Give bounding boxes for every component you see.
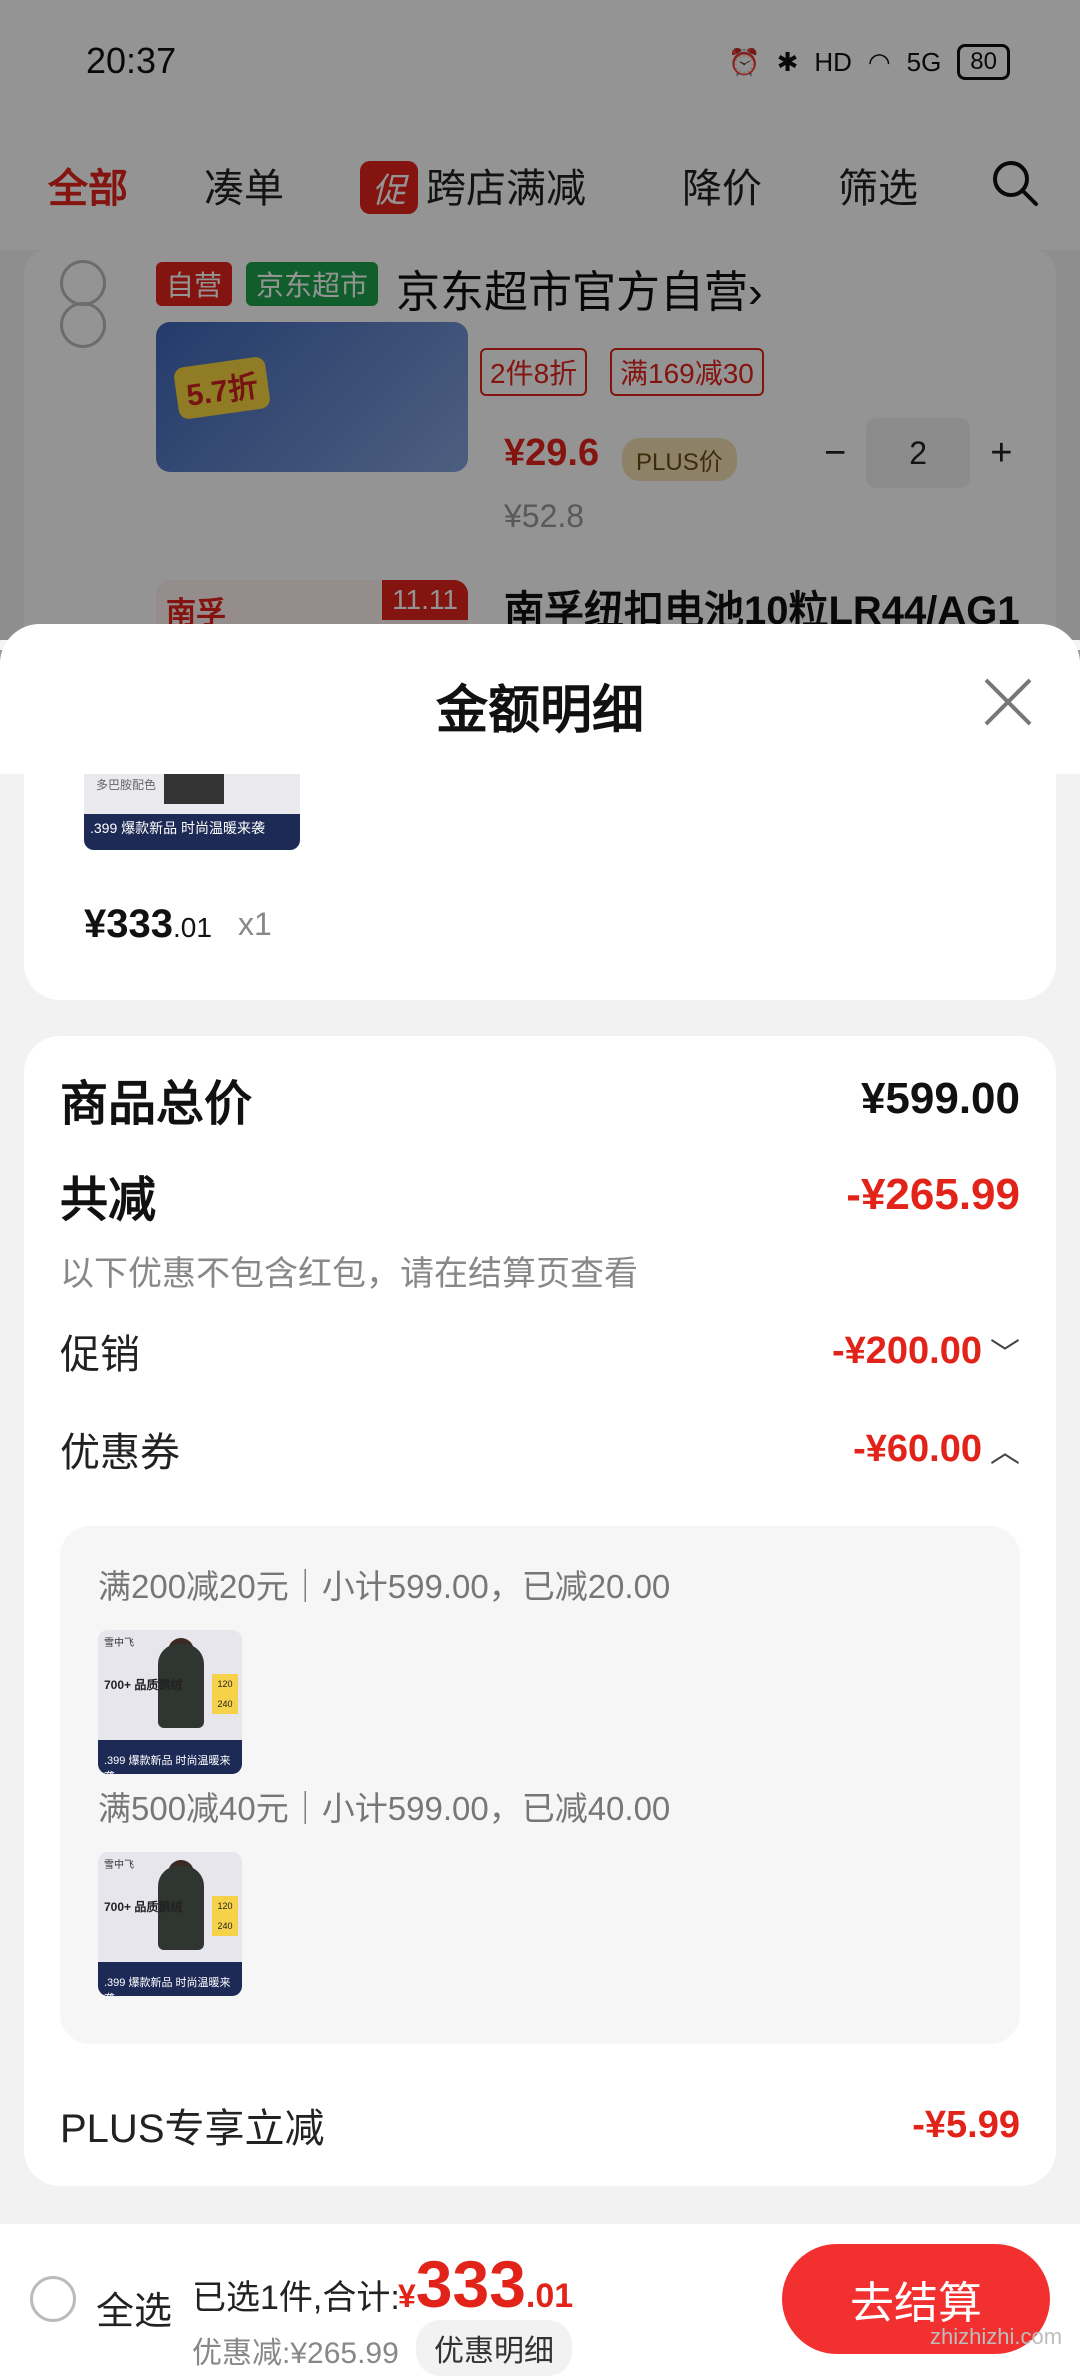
- thumb-tag-bottom: 240: [217, 1699, 233, 1709]
- coupon-value-wrap: -¥60.00 ︿: [853, 1427, 1020, 1471]
- discount-note: 以下优惠不包含红包，请在结算页查看: [60, 1255, 638, 1293]
- plus-discount-label: PLUS专享立减: [60, 2107, 325, 2151]
- thumb-brand: 雪中飞: [104, 1860, 134, 1871]
- close-icon[interactable]: [982, 676, 1034, 728]
- item-price-decimal: .01: [172, 912, 212, 943]
- coupon-label: 优惠券: [60, 1431, 180, 1475]
- total-yen: ¥: [398, 2278, 416, 2314]
- thumbnail-price: .399: [90, 820, 118, 836]
- sheet-header: 金额明细: [0, 624, 1080, 774]
- thumb-headline: 700+ 品质鹅绒: [104, 1900, 183, 1914]
- thumbnail-label: 多巴胺配色: [96, 778, 157, 792]
- plus-discount-row: PLUS专享立减 -¥5.99: [60, 2096, 1020, 2154]
- thumb-tag-bottom: 240: [217, 1921, 233, 1931]
- product-thumbnail: 多巴胺配色 .399 爆款新品 时尚温暖来袭: [84, 774, 300, 850]
- reduction-label: 共减: [60, 1174, 157, 1227]
- thumb-price-tag: 120 240: [212, 1674, 238, 1714]
- thumbnail-band: .399 爆款新品 时尚温暖来袭: [84, 814, 300, 850]
- thumb-price-tag: 120 240: [212, 1896, 238, 1936]
- amount-detail-sheet: 金额明细 多巴胺配色 .399 爆款新品 时尚温暖来袭 ¥333.01 x1 商…: [0, 624, 1080, 2224]
- chevron-up-icon: ︿: [990, 1436, 1020, 1469]
- coupon-detail-box: 满200减20元｜小计599.00，已减20.00 雪中飞 700+ 品质鹅绒 …: [60, 1526, 1020, 2044]
- coupon-product-thumbnail: 雪中飞 700+ 品质鹅绒 120 240 .399 爆款新品 时尚温暖来袭: [98, 1852, 242, 1996]
- total-row: 商品总价 ¥599.00: [60, 1064, 1020, 1134]
- thumb-price: .399: [104, 1755, 126, 1767]
- total-label: 商品总价: [60, 1078, 253, 1131]
- select-all-radio[interactable]: [30, 2276, 76, 2322]
- promotion-row[interactable]: 促销 -¥200.00 ﹀: [60, 1322, 1020, 1380]
- thumb-band: .399 爆款新品 时尚温暖来袭: [98, 1962, 242, 1996]
- watermark: zhizhizhi.com: [930, 2324, 1063, 2349]
- item-quantity: x1: [238, 906, 272, 942]
- coupon-value: -¥60.00: [853, 1427, 982, 1470]
- thumbnail-band-text: 爆款新品 时尚温暖来袭: [121, 820, 266, 836]
- item-price: ¥333.01: [84, 902, 212, 947]
- select-all-label[interactable]: 全选: [96, 2280, 172, 2335]
- checkout-bar: 全选 已选1件,合计: ¥333.01 优惠减:¥265.99 优惠明细 去结算…: [0, 2224, 1080, 2376]
- selected-count: 已选1件,合计:: [192, 2279, 400, 2317]
- reduction-value: -¥265.99: [846, 1170, 1020, 1219]
- total-int: 333: [415, 2247, 526, 2321]
- overlay-scrim[interactable]: [0, 0, 1080, 640]
- item-price-main: ¥333: [84, 902, 173, 946]
- coupon-line: 满200减20元｜小计599.00，已减20.00: [98, 1568, 671, 1605]
- reduction-row: 共减 -¥265.99: [60, 1160, 1020, 1230]
- item-card: 多巴胺配色 .399 爆款新品 时尚温暖来袭 ¥333.01 x1: [24, 774, 1056, 1000]
- thumb-tag-top: 120: [217, 1679, 233, 1689]
- discount-detail-button[interactable]: 优惠明细: [416, 2320, 572, 2376]
- promotion-value: -¥200.00: [831, 1329, 982, 1372]
- promotion-label: 促销: [60, 1333, 140, 1377]
- total-value: ¥599.00: [860, 1074, 1020, 1123]
- chevron-down-icon: ﹀: [990, 1338, 1020, 1371]
- coupon-row[interactable]: 优惠券 -¥60.00 ︿: [60, 1420, 1020, 1478]
- coupon-line: 满500减40元｜小计599.00，已减40.00: [98, 1790, 671, 1827]
- thumb-headline: 700+ 品质鹅绒: [104, 1678, 183, 1692]
- plus-discount-value: -¥5.99: [912, 2103, 1020, 2146]
- thumb-tag-top: 120: [217, 1901, 233, 1911]
- coupon-product-thumbnail: 雪中飞 700+ 品质鹅绒 120 240 .399 爆款新品 时尚温暖来袭: [98, 1630, 242, 1774]
- thumb-price: .399: [104, 1977, 126, 1989]
- thumb-brand: 雪中飞: [104, 1638, 134, 1649]
- price-summary-card: 商品总价 ¥599.00 共减 -¥265.99 以下优惠不包含红包，请在结算页…: [24, 1036, 1056, 2186]
- total-dec: .01: [525, 2277, 574, 2315]
- coat-image: [164, 774, 224, 804]
- promotion-value-wrap: -¥200.00 ﹀: [832, 1329, 1020, 1373]
- total-amount: ¥333.01: [398, 2246, 573, 2322]
- sheet-title: 金额明细: [435, 682, 644, 740]
- thumb-band: .399 爆款新品 时尚温暖来袭: [98, 1740, 242, 1774]
- discount-summary: 优惠减:¥265.99: [192, 2337, 399, 2370]
